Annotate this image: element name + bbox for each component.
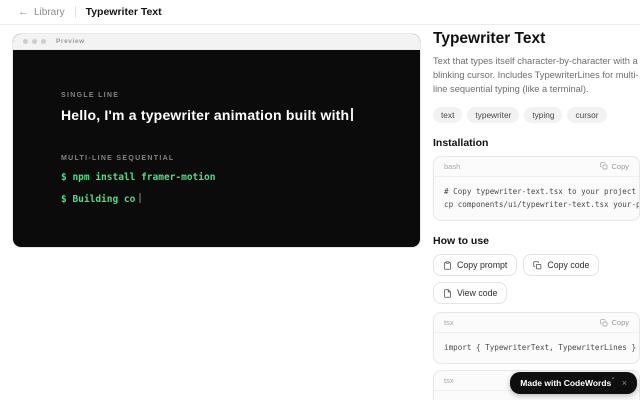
back-button[interactable]: ← Library [18,5,65,18]
single-line-label: SINGLE LINE [61,92,120,99]
typewriter-demo-text-value: Hello, I'm a typewriter animation built … [61,107,350,123]
topbar-divider [74,6,76,18]
file-icon [444,289,451,298]
copy-button[interactable]: Copy [600,162,629,171]
installation-heading: Installation [433,136,489,149]
view-code-button[interactable]: View code [433,282,508,305]
component-description: Text that types itself character-by-char… [433,56,639,94]
terminal-cursor [139,193,142,203]
terminal-line: $ Building co [61,193,372,205]
code-block-body: # Copy typewriter-text.tsx to your proje… [434,177,639,220]
typewriter-cursor [351,108,354,121]
tag-list: text typewriter typing cursor [433,106,640,123]
tag-cursor: cursor [567,106,607,123]
copy-code-label: Copy code [547,260,590,271]
copy-button[interactable]: Copy [600,318,629,327]
view-code-label: View code [457,288,498,299]
copy-label: Copy [611,318,629,328]
component-title: Typewriter Text [433,30,546,47]
code-block-header: tsx Copy [434,313,639,334]
topbar: ← Library Typewriter Text [0,0,640,25]
preview-header: Preview [13,34,420,50]
made-with-codewords-toast: Made with CodeWords′ × [510,372,637,394]
copy-icon [600,318,608,326]
code-lang-label: bash [444,161,461,171]
copy-prompt-label: Copy prompt [457,260,508,271]
copy-code-button[interactable]: Copy code [523,254,600,277]
how-to-use-heading: How to use [433,235,490,248]
terminal-line-value: $ Building co [61,194,136,205]
tag-text: text [433,106,463,123]
preview-body: SINGLE LINE Hello, I'm a typewriter anim… [13,50,420,205]
codewords-mark: ′ [612,378,614,385]
action-buttons: Copy prompt Copy code View code [433,254,640,305]
window-dot-icon [32,39,37,44]
code-line: import { TypewriterText, TypewriterLines… [444,343,637,353]
code-line: # Copy typewriter-text.tsx to your proje… [444,186,637,196]
toast-text-value: Made with CodeWords [520,378,612,388]
clipboard-icon [444,261,451,270]
code-lang-label: tsx [444,375,454,385]
toast-text: Made with CodeWords′ [520,378,613,388]
page-title: Typewriter Text [85,6,162,18]
copy-prompt-button[interactable]: Copy prompt [433,254,518,277]
import-code-block: tsx Copy import { TypewriterText, Typewr… [433,312,640,364]
terminal-line: $ npm install framer-motion [61,172,216,183]
window-dot-icon [23,39,28,44]
window-dot-icon [41,39,46,44]
app-window: ← Library Typewriter Text Preview SINGLE… [0,0,640,400]
tag-typing: typing [524,106,563,123]
preview-card: Preview SINGLE LINE Hello, I'm a typewri… [12,33,421,248]
back-label: Library [34,6,65,18]
preview-label: Preview [56,38,85,45]
code-lang-label: tsx [444,318,454,328]
copy-icon [533,261,542,269]
copy-label: Copy [611,161,629,171]
tag-typewriter: typewriter [467,106,520,123]
install-code-block: bash Copy # Copy typewriter-text.tsx to … [433,155,640,222]
code-line: cp components/ui/typewriter-text.tsx you… [444,200,639,210]
code-block-body: import { TypewriterText, TypewriterLines… [434,333,639,363]
code-block-header: bash Copy [434,157,639,177]
toast-close-icon[interactable]: × [622,378,627,388]
multi-line-label: MULTI-LINE SEQUENTIAL [61,155,175,162]
back-arrow-icon: ← [18,5,29,18]
details-panel: Typewriter Text Text that types itself c… [433,30,640,400]
copy-icon [600,162,608,170]
typewriter-demo-text: Hello, I'm a typewriter animation built … [61,107,372,123]
